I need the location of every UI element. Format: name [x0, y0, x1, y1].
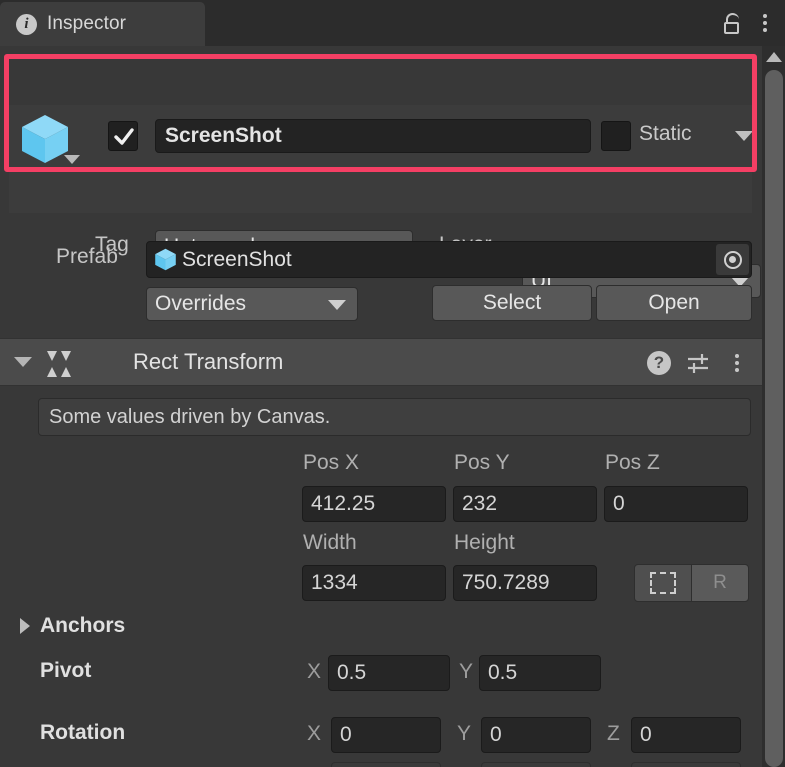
tab-inspector-label: Inspector: [47, 13, 127, 34]
help-icon[interactable]: ?: [647, 351, 671, 375]
game-object-name-input[interactable]: ScreenShot: [155, 119, 591, 153]
rotation-x-input[interactable]: 0: [331, 717, 441, 753]
rotation-label: Rotation: [40, 721, 126, 744]
rotation-z-input[interactable]: 0: [631, 717, 741, 753]
pos-z-label: Pos Z: [605, 451, 660, 474]
pos-z-input[interactable]: 0: [604, 486, 748, 522]
open-button[interactable]: Open: [596, 285, 752, 321]
scale-z-input[interactable]: 0.61806: [631, 762, 741, 767]
kebab-menu-icon[interactable]: [725, 349, 749, 377]
foldout-triangle-icon[interactable]: [14, 357, 32, 367]
lock-icon[interactable]: [719, 9, 747, 37]
rotation-z-axis-label: Z: [607, 722, 620, 745]
rotation-x-axis-label: X: [307, 722, 322, 745]
pivot-x-axis-label: X: [307, 660, 322, 683]
scale-x-input[interactable]: 0.61806: [331, 762, 441, 767]
pivot-x-input[interactable]: 0.5: [328, 655, 450, 691]
blueprint-mode-icon: [650, 572, 676, 594]
pos-x-input[interactable]: 412.25: [302, 486, 446, 522]
static-checkbox[interactable]: [601, 121, 631, 151]
pos-y-input[interactable]: 232: [453, 486, 597, 522]
inspector-content: ScreenShot Static Tag Untagged Layer UI …: [0, 46, 762, 767]
inspector-window: i Inspector ScreenShot Static Tag UI Pre…: [0, 0, 785, 767]
pos-x-label: Pos X: [303, 451, 360, 474]
scroll-up-arrow-icon[interactable]: [766, 52, 782, 62]
prefab-object-field[interactable]: ScreenShot: [146, 241, 752, 278]
height-label: Height: [454, 531, 515, 554]
rect-transform-header[interactable]: Rect Transform ?: [0, 338, 762, 386]
pivot-y-axis-label: Y: [459, 660, 474, 683]
prefab-value: ScreenShot: [182, 247, 292, 271]
component-actions: ?: [647, 339, 749, 387]
raw-edit-mode-button[interactable]: R: [691, 564, 749, 602]
chevron-down-icon: [328, 300, 346, 310]
check-icon: [114, 128, 134, 145]
prefab-label: Prefab: [56, 245, 118, 268]
kebab-menu-icon[interactable]: [753, 9, 777, 37]
rect-transform-icon: [47, 351, 71, 377]
preset-settings-icon[interactable]: [685, 350, 711, 376]
game-object-icon-button[interactable]: [17, 111, 80, 173]
width-input[interactable]: 1334: [302, 565, 446, 601]
pos-y-label: Pos Y: [454, 451, 510, 474]
tab-bar: i Inspector: [0, 0, 785, 46]
pivot-label: Pivot: [40, 659, 92, 682]
vertical-scrollbar[interactable]: [762, 46, 785, 767]
pivot-y-input[interactable]: 0.5: [479, 655, 601, 691]
height-input[interactable]: 750.7289: [453, 565, 597, 601]
info-icon: i: [16, 13, 37, 35]
driven-values-message: Some values driven by Canvas.: [38, 398, 751, 436]
rect-transform-title: Rect Transform: [133, 349, 284, 374]
chevron-down-icon: [64, 155, 80, 164]
anchors-foldout-icon[interactable]: [20, 618, 30, 634]
game-object-active-checkbox[interactable]: [108, 121, 138, 151]
overrides-dropdown[interactable]: Overrides: [146, 287, 358, 321]
game-object-name-value: ScreenShot: [165, 124, 282, 147]
tab-bar-actions: [719, 0, 777, 46]
rotation-y-input[interactable]: 0: [481, 717, 591, 753]
object-picker-icon[interactable]: [716, 244, 749, 275]
scale-y-input[interactable]: 0.61806: [481, 762, 591, 767]
select-button[interactable]: Select: [432, 285, 592, 321]
prefab-cube-icon: [155, 248, 176, 271]
rotation-y-axis-label: Y: [457, 722, 472, 745]
overrides-label: Overrides: [155, 292, 247, 315]
anchors-label: Anchors: [40, 614, 126, 637]
game-object-header: ScreenShot Static Tag Untagged Layer UI: [9, 105, 761, 298]
scrollbar-thumb[interactable]: [765, 70, 783, 767]
static-label: Static: [639, 122, 692, 145]
tab-inspector[interactable]: i Inspector: [0, 2, 205, 46]
static-dropdown-icon[interactable]: [735, 131, 753, 141]
blueprint-mode-button[interactable]: [634, 564, 692, 602]
width-label: Width: [303, 531, 357, 554]
